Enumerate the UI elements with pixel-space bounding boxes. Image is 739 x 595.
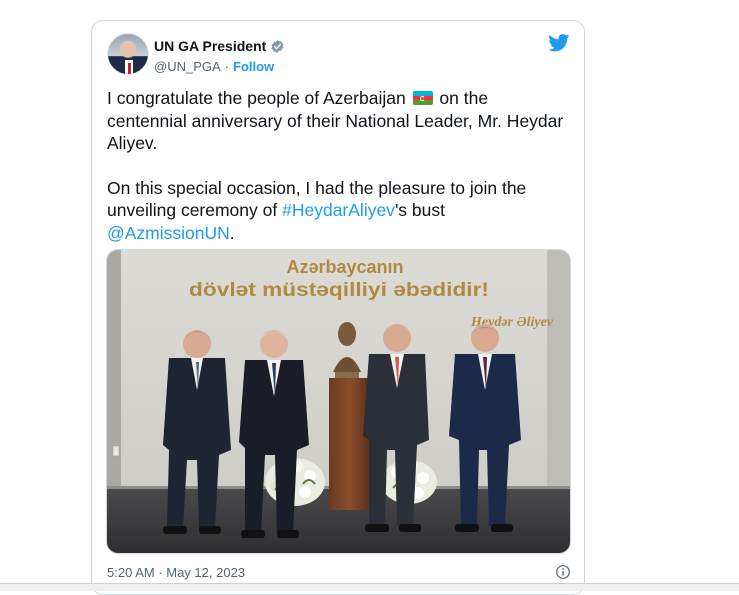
tweet-card[interactable]: UN GA President @UN_PGA · Follow I congr…: [91, 20, 585, 595]
display-name[interactable]: UN GA President: [154, 38, 266, 54]
hashtag-link[interactable]: #HeydarAliyev: [282, 200, 395, 220]
handle-row: @UN_PGA · Follow: [154, 59, 274, 74]
azerbaijan-flag-icon: [412, 91, 433, 105]
verified-badge-icon: [271, 39, 284, 53]
timestamp-link[interactable]: 5:20 AM · May 12, 2023: [107, 565, 245, 580]
separator-dot: ·: [224, 59, 230, 74]
text-segment: I congratulate the people of Azerbaijan: [107, 88, 411, 108]
avatar-tie: [127, 63, 131, 74]
tweet-footer: 5:20 AM · May 12, 2023: [107, 564, 571, 580]
avatar[interactable]: [107, 33, 149, 75]
bust-pedestal: [329, 378, 369, 510]
bust-head: [338, 322, 356, 346]
text-segment: 's bust: [394, 200, 445, 220]
info-icon[interactable]: [555, 564, 571, 580]
twitter-bird-icon[interactable]: [548, 34, 570, 52]
handle[interactable]: @UN_PGA: [154, 59, 221, 74]
wall-text-line2: dövlət müstəqilliyi əbədidir!: [189, 280, 489, 301]
tweet-photo[interactable]: Azərbaycanın dövlət müstəqilliyi əbədidi…: [106, 249, 571, 554]
wall-text-line1: Azərbaycanın: [286, 257, 403, 277]
text-segment: .: [229, 222, 235, 243]
follow-button[interactable]: Follow: [233, 59, 274, 74]
tweet-paragraph-2: On this special occasion, I had the plea…: [107, 177, 572, 245]
tweet-text: I congratulate the people of Azerbaijan …: [107, 87, 572, 244]
author-name-row[interactable]: UN GA President: [154, 38, 285, 54]
mention-link[interactable]: @AzmissionUN: [107, 223, 230, 243]
tweet-paragraph-1: I congratulate the people of Azerbaijan …: [107, 87, 572, 155]
photo-scene: Azərbaycanın dövlət müstəqilliyi əbədidi…: [107, 250, 570, 553]
